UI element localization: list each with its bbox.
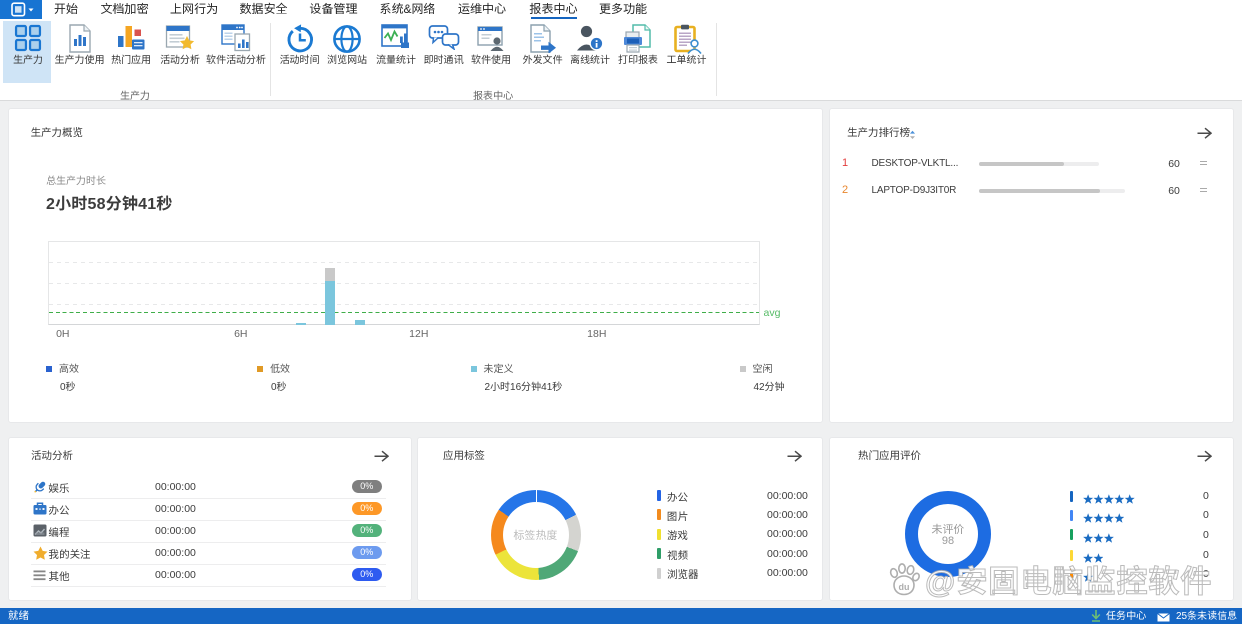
svg-text:du: du: [899, 582, 910, 592]
